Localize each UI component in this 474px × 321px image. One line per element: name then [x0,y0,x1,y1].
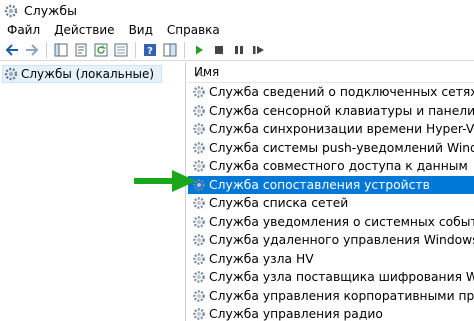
menu-file[interactable]: Файл [0,21,47,39]
menu-help[interactable]: Справка [160,21,227,39]
forward-icon[interactable] [24,42,40,58]
service-row[interactable]: Служба синхронизации времени Hyper-V [188,120,474,139]
play-icon[interactable] [191,42,207,58]
services-list-pane: Имя Служба сведений о подключенных сетях… [188,62,474,321]
service-row[interactable]: Служба уведомления о системных событиях [188,213,474,232]
back-icon[interactable] [4,42,20,58]
service-gear-icon [191,251,207,267]
show-hide-icon[interactable] [162,42,178,58]
menu-bar: Файл Действие Вид Справка [0,21,474,39]
restart-icon[interactable] [251,42,267,58]
service-gear-icon [191,306,207,321]
service-name: Служба управления радио [209,307,383,321]
window-title: Службы [24,3,77,18]
services-gear-icon [3,3,19,19]
menu-action[interactable]: Действие [47,21,121,39]
service-name: Служба системы push-уведомлений Windows [209,140,474,155]
title-bar: Службы [0,0,474,22]
column-header-name[interactable]: Имя [188,62,474,83]
service-name: Служба совместного доступа к данным [209,159,468,174]
services-list: Служба сведений о подключенных сетях Служ… [188,83,474,321]
pause-icon[interactable] [231,42,247,58]
toolbar: ? [0,39,474,61]
sort-ascending-icon [195,62,205,81]
service-name: Служба уведомления о системных событиях [209,214,474,229]
service-name: Служба сопоставления устройств [209,177,430,192]
service-row[interactable]: Служба списка сетей [188,194,474,213]
service-row[interactable]: Служба удаленного управления Windows (WS… [188,231,474,250]
service-name: Служба управления корпоративными приложе [209,288,474,303]
service-name: Служба узла HV [209,251,314,266]
tree-item-label: Службы (локальные) [21,67,155,81]
service-row[interactable]: Служба сенсорной клавиатуры и панели рук… [188,102,474,121]
help-icon[interactable]: ? [142,42,158,58]
service-name: Служба узла поставщика шифрования Window… [209,270,474,285]
services-gear-icon [3,66,19,82]
service-name: Служба сенсорной клавиатуры и панели рук… [209,103,474,118]
toolbar-separator [184,41,185,58]
service-gear-icon [191,103,207,119]
service-gear-icon [191,214,207,230]
stop-icon[interactable] [211,42,227,58]
service-row[interactable]: Служба узла поставщика шифрования Window… [188,268,474,287]
service-row[interactable]: Служба узла HV [188,250,474,269]
service-row[interactable]: Служба управления корпоративными приложе [188,287,474,306]
export-list-icon[interactable] [113,42,129,58]
service-row[interactable]: Служба управления радио [188,305,474,321]
service-gear-icon [191,269,207,285]
service-gear-icon [191,121,207,137]
console-tree-icon[interactable] [53,42,69,58]
menu-view[interactable]: Вид [122,21,160,39]
tree-item-services-local[interactable]: Службы (локальные) [2,65,162,83]
service-row[interactable]: Служба системы push-уведомлений Windows [188,139,474,158]
service-row[interactable]: Служба совместного доступа к данным [188,157,474,176]
service-gear-icon [191,195,207,211]
service-name: Служба списка сетей [209,196,349,211]
toolbar-separator [135,41,136,58]
properties-icon[interactable] [73,42,89,58]
refresh-icon[interactable] [93,42,109,58]
green-arrow-icon [134,170,196,192]
svg-text:?: ? [147,46,153,57]
service-row[interactable]: Служба сопоставления устройств [188,175,474,194]
service-gear-icon [191,84,207,100]
service-name: Служба синхронизации времени Hyper-V [209,122,474,137]
service-name: Служба удаленного управления Windows (WS… [209,233,474,248]
service-name: Служба сведений о подключенных сетях [209,85,474,100]
service-gear-icon [191,140,207,156]
service-gear-icon [191,288,207,304]
toolbar-separator [46,41,47,58]
service-gear-icon [191,232,207,248]
service-row[interactable]: Служба сведений о подключенных сетях [188,83,474,102]
